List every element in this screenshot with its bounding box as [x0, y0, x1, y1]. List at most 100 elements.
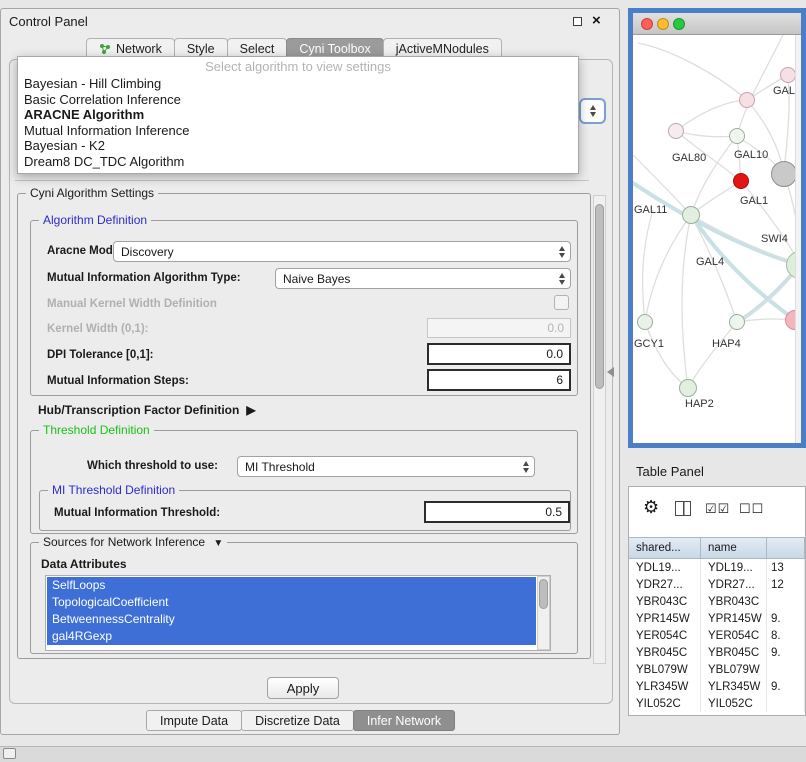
- column-selector-icon[interactable]: [675, 501, 691, 516]
- settings-scrollbar[interactable]: [593, 195, 606, 664]
- group-title: MI Threshold Definition: [48, 483, 179, 498]
- network-window-titlebar[interactable]: [633, 13, 801, 35]
- network-canvas[interactable]: GAL GAL80 GAL10 GAL11 GAL1 SWI4 GAL4 GCY…: [633, 35, 801, 443]
- network-node[interactable]: [682, 206, 700, 224]
- which-threshold-combo[interactable]: MI Threshold: [237, 456, 535, 477]
- node-label: GAL10: [734, 149, 768, 161]
- list-item-topologicalcoefficient[interactable]: TopologicalCoefficient: [47, 594, 536, 611]
- tab-label: Style: [187, 42, 215, 56]
- list-item-betweennesscentrality[interactable]: BetweennessCentrality: [47, 611, 536, 628]
- tab-label: Infer Network: [367, 714, 441, 728]
- network-node[interactable]: [729, 314, 745, 330]
- combo-value: MI Threshold: [245, 460, 315, 474]
- deselect-all-icon[interactable]: ☐☐: [739, 501, 764, 517]
- network-node-gal10[interactable]: [771, 161, 797, 187]
- network-node[interactable]: [679, 379, 697, 397]
- group-border-fragment: [15, 180, 589, 181]
- table-row[interactable]: YBR045CYBR045C9.: [629, 644, 805, 661]
- mi-threshold-label: Mutual Information Threshold:: [54, 507, 220, 519]
- table-row[interactable]: YDL19...YDL19...13: [629, 559, 805, 576]
- column-header-extra[interactable]: [767, 538, 805, 558]
- table-row[interactable]: YBR043CYBR043C: [629, 593, 805, 610]
- dropdown-item-bayesian-hill[interactable]: Bayesian - Hill Climbing: [18, 76, 578, 92]
- node-label: GAL80: [672, 152, 706, 164]
- list-scrollbar-thumb[interactable]: [539, 579, 548, 609]
- network-node[interactable]: [668, 123, 684, 139]
- settings-gear-icon[interactable]: ⚙: [643, 497, 659, 518]
- which-threshold-label: Which threshold to use:: [87, 460, 218, 472]
- settings-scrollbar-thumb[interactable]: [595, 204, 604, 389]
- column-header-name[interactable]: name: [701, 538, 767, 558]
- float-window-icon[interactable]: [573, 17, 582, 26]
- list-item-gal4rgexp[interactable]: gal4RGexp: [47, 628, 536, 645]
- mi-threshold-input[interactable]: 0.5: [424, 501, 570, 523]
- dropdown-item-dream8[interactable]: Dream8 DC_TDC Algorithm: [18, 154, 578, 170]
- table-row[interactable]: YDR27...YDR27...12: [629, 576, 805, 593]
- combo-value: Discovery: [121, 245, 174, 259]
- hub-section-label: Hub/Transcription Factor Definition: [38, 403, 239, 417]
- close-traffic-light[interactable]: [641, 18, 653, 30]
- network-node[interactable]: [729, 128, 745, 144]
- mi-steps-input[interactable]: 6: [427, 369, 571, 391]
- expand-down-icon: ▼: [213, 538, 223, 549]
- table-row[interactable]: YER054CYER054C8.: [629, 627, 805, 644]
- tab-label: Network: [116, 42, 162, 56]
- dropdown-item-bayesian-k2[interactable]: Bayesian - K2: [18, 138, 578, 154]
- dropdown-item-basic-correlation[interactable]: Basic Correlation Inference: [18, 92, 578, 108]
- group-title: Algorithm Definition: [39, 213, 151, 228]
- data-attributes-list: SelfLoops TopologicalCoefficient Between…: [45, 575, 551, 651]
- mi-steps-label: Mutual Information Steps:: [47, 375, 189, 387]
- expand-right-icon: ▶: [246, 403, 255, 417]
- table-row[interactable]: YPR145WYPR145W9.: [629, 610, 805, 627]
- restore-panel-icon[interactable]: [3, 748, 16, 759]
- threshold-definition-group: Threshold Definition Which threshold to …: [30, 430, 578, 534]
- minimize-traffic-light[interactable]: [657, 18, 669, 30]
- algorithm-combo-fragment[interactable]: [579, 98, 606, 124]
- hub-section-toggle[interactable]: Hub/Transcription Factor Definition ▶: [38, 403, 256, 417]
- node-label: GAL11: [634, 204, 667, 216]
- dropdown-item-aracne[interactable]: ARACNE Algorithm: [18, 107, 578, 123]
- tab-label: Select: [240, 42, 275, 56]
- node-label: HAP2: [685, 398, 714, 410]
- panel-collapse-icon[interactable]: [607, 367, 614, 377]
- group-title: Sources for Network Inference: [43, 535, 205, 549]
- combo-stepper-icon: [523, 461, 534, 473]
- network-node[interactable]: [739, 92, 755, 108]
- dropdown-item-mutual-information[interactable]: Mutual Information Inference: [18, 123, 578, 139]
- table-row[interactable]: YBL079WYBL079W: [629, 661, 805, 678]
- list-item-selfloops[interactable]: SelfLoops: [47, 577, 536, 594]
- cyni-algorithm-settings-group: Cyni Algorithm Settings Algorithm Defini…: [17, 193, 591, 659]
- combo-stepper-icon: [559, 273, 570, 285]
- group-title: Threshold Definition: [39, 423, 154, 438]
- network-view-window: GAL GAL80 GAL10 GAL11 GAL1 SWI4 GAL4 GCY…: [628, 8, 806, 448]
- network-tab-icon: [99, 43, 111, 55]
- table-row[interactable]: YIL052CYIL052C: [629, 695, 805, 712]
- list-scrollbar[interactable]: [537, 576, 550, 650]
- manual-kernel-checkbox[interactable]: [554, 295, 569, 310]
- aracne-mode-combo[interactable]: Discovery: [113, 241, 571, 262]
- tab-impute-data[interactable]: Impute Data: [146, 710, 242, 731]
- data-attributes-label: Data Attributes: [41, 557, 127, 571]
- tab-infer-network[interactable]: Infer Network: [353, 710, 455, 731]
- manual-kernel-label: Manual Kernel Width Definition: [47, 298, 217, 310]
- table-row[interactable]: YLR345WYLR345W9.: [629, 678, 805, 695]
- apply-button[interactable]: Apply: [267, 677, 339, 699]
- network-node-red[interactable]: [733, 173, 749, 189]
- select-all-icon[interactable]: ☑☑: [705, 501, 730, 517]
- algorithm-definition-group: Algorithm Definition Aracne Mode: Discov…: [30, 220, 578, 396]
- column-header-shared-name[interactable]: shared...: [629, 538, 701, 558]
- mi-type-label: Mutual Information Algorithm Type:: [47, 272, 241, 284]
- close-icon[interactable]: ×: [592, 14, 601, 28]
- tab-label: Impute Data: [160, 714, 228, 728]
- bottom-tabbar: Impute Data Discretize Data Infer Networ…: [147, 710, 455, 731]
- dpi-tolerance-label: DPI Tolerance [0,1]:: [47, 349, 154, 361]
- dpi-tolerance-input[interactable]: 0.0: [427, 343, 571, 365]
- sources-group-title[interactable]: Sources for Network Inference ▼: [39, 535, 227, 551]
- table-panel: ⚙ ☑☑ ☐☐ shared... name YDL19...YDL19...1…: [628, 486, 806, 716]
- network-scrollbar[interactable]: [795, 35, 801, 443]
- mi-type-combo[interactable]: Naive Bayes: [275, 268, 571, 289]
- network-node[interactable]: [637, 314, 653, 330]
- tab-discretize-data[interactable]: Discretize Data: [241, 710, 354, 731]
- zoom-traffic-light[interactable]: [673, 18, 685, 30]
- network-node[interactable]: [780, 67, 796, 83]
